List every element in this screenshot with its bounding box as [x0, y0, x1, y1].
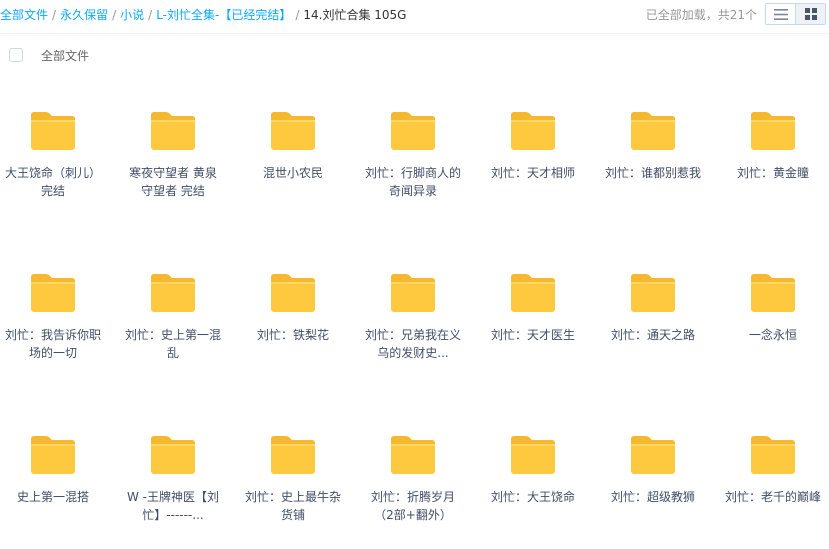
folder-item[interactable]: 刘忙：兄弟我在义乌的发财史...	[361, 272, 465, 362]
grid-view-button[interactable]	[795, 4, 825, 24]
folder-item[interactable]: 刘忙：史上第一混乱	[121, 272, 225, 362]
folder-name: 刘忙：史上第一混乱	[125, 328, 222, 360]
folder-item[interactable]: 混世小农民	[241, 110, 345, 182]
breadcrumb-item-liumang-collection[interactable]: L-刘忙全集-【已经完结】	[156, 8, 291, 22]
folder-item[interactable]: W -王牌神医【刘忙】------...	[121, 434, 225, 524]
folder-icon	[391, 274, 435, 312]
folder-icon	[151, 436, 195, 474]
folder-name: 刘忙：我告诉你职场的一切	[5, 328, 102, 360]
folder-name: 刘忙：兄弟我在义乌的发财史...	[365, 328, 462, 360]
breadcrumb-separator: /	[148, 8, 153, 22]
folder-item[interactable]: 刘忙：老千的巅峰	[721, 434, 825, 506]
view-toggle	[765, 3, 826, 25]
folder-icon	[271, 274, 315, 312]
folder-item[interactable]: 刘忙：大王饶命	[481, 434, 585, 506]
folder-item[interactable]: 刘忙：我告诉你职场的一切	[1, 272, 105, 362]
list-view-icon	[773, 8, 788, 20]
grid-view-icon	[804, 8, 817, 20]
breadcrumb-separator: /	[52, 8, 57, 22]
folder-icon	[751, 436, 795, 474]
folder-item[interactable]: 一念永恒	[721, 272, 825, 344]
folder-icon	[631, 274, 675, 312]
list-view-button[interactable]	[766, 4, 795, 24]
folder-icon	[271, 112, 315, 150]
folder-name: 刘忙：超级教狮	[610, 490, 695, 504]
folder-icon	[751, 274, 795, 312]
folder-icon	[511, 112, 555, 150]
folder-icon	[31, 274, 75, 312]
folder-item[interactable]: 寒夜守望者 黄泉守望者 完结	[121, 110, 225, 200]
folder-name: 一念永恒	[748, 328, 797, 342]
breadcrumb: 全部文件 / 永久保留 / 小说 / L-刘忙全集-【已经完结】/14.刘忙合集 105G	[0, 6, 406, 23]
folder-icon	[391, 436, 435, 474]
folder-name: 刘忙：铁梨花	[256, 328, 329, 342]
folder-icon	[271, 436, 315, 474]
folder-name: 刘忙：天才相师	[490, 166, 575, 180]
folder-icon	[631, 112, 675, 150]
top-bar: 全部文件 / 永久保留 / 小说 / L-刘忙全集-【已经完结】/14.刘忙合集 105G …	[0, 0, 829, 30]
folder-icon	[391, 112, 435, 150]
folder-item[interactable]: 史上第一混搭	[1, 434, 105, 506]
folder-name: W -王牌神医【刘忙】------...	[126, 490, 219, 522]
folder-name: 刘忙：折腾岁月（2部+翻外）	[370, 490, 455, 522]
breadcrumb-separator: /	[295, 8, 300, 22]
loaded-status: 已全部加载，共21个	[645, 8, 757, 22]
folder-item[interactable]: 刘忙：行脚商人的奇闻异录	[361, 110, 465, 200]
folder-item[interactable]: 刘忙：天才相师	[481, 110, 585, 182]
folder-name: 混世小农民	[262, 166, 323, 180]
folder-name: 刘忙：行脚商人的奇闻异录	[365, 166, 462, 198]
breadcrumb-item-permanent[interactable]: 永久保留	[60, 8, 108, 22]
breadcrumb-item-novels[interactable]: 小说	[120, 8, 144, 22]
folder-name: 刘忙：史上最牛杂货铺	[245, 490, 342, 522]
breadcrumb-separator: /	[112, 8, 117, 22]
folder-icon	[151, 112, 195, 150]
folder-item[interactable]: 刘忙：天才医生	[481, 272, 585, 344]
folder-name: 史上第一混搭	[16, 490, 89, 504]
folder-icon	[151, 274, 195, 312]
folder-item[interactable]: 刘忙：史上最牛杂货铺	[241, 434, 345, 524]
folder-icon	[751, 112, 795, 150]
folder-item[interactable]: 刘忙：铁梨花	[241, 272, 345, 344]
breadcrumb-item-all-files[interactable]: 全部文件	[0, 8, 48, 22]
folder-name: 刘忙：天才医生	[490, 328, 575, 342]
breadcrumb-current: 14.刘忙合集 105G	[303, 8, 407, 22]
folder-icon	[511, 436, 555, 474]
folder-icon	[31, 436, 75, 474]
folder-item[interactable]: 刘忙：超级教狮	[601, 434, 705, 506]
folder-name: 刘忙：通天之路	[610, 328, 695, 342]
folder-icon	[511, 274, 555, 312]
folder-item[interactable]: 刘忙：谁都别惹我	[601, 110, 705, 182]
folder-name: 寒夜守望者 黄泉守望者 完结	[129, 166, 217, 198]
folder-name: 大王饶命（刺儿）完结	[5, 166, 102, 198]
folder-name: 刘忙：谁都别惹我	[605, 166, 702, 180]
folder-item[interactable]: 大王饶命（刺儿）完结	[1, 110, 105, 200]
folder-item[interactable]: 刘忙：通天之路	[601, 272, 705, 344]
folder-item[interactable]: 刘忙：折腾岁月（2部+翻外）	[361, 434, 465, 524]
folder-item[interactable]: 刘忙：黄金瞳	[721, 110, 825, 182]
select-all-checkbox[interactable]	[9, 48, 23, 62]
folder-icon	[31, 112, 75, 150]
select-all-label: 全部文件	[41, 49, 90, 63]
folder-name: 刘忙：大王饶命	[490, 490, 575, 504]
folder-icon	[631, 436, 675, 474]
folder-name: 刘忙：老千的巅峰	[725, 490, 822, 504]
file-list-header: 全部文件	[0, 33, 829, 76]
folder-name: 刘忙：黄金瞳	[736, 166, 809, 180]
